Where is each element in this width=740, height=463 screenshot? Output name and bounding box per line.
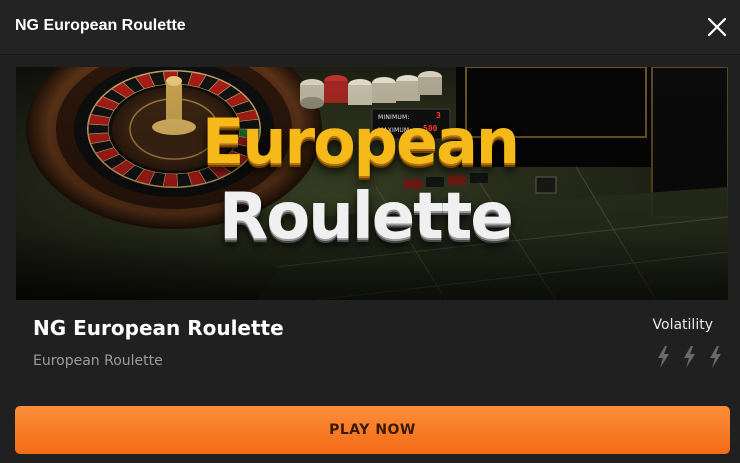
- volatility-rating: [655, 345, 725, 369]
- game-banner: MINIMUM: 3 MAXIMUM: 500 European Roulett…: [16, 67, 728, 300]
- lightning-icon: [710, 346, 721, 368]
- modal-header: NG European Roulette: [0, 0, 740, 55]
- modal-title: NG European Roulette: [15, 17, 186, 34]
- banner-artwork: [16, 67, 728, 300]
- game-subtitle: European Roulette: [33, 353, 163, 369]
- lightning-icon: [658, 346, 669, 368]
- lightning-icon: [684, 346, 695, 368]
- play-now-label: PLAY NOW: [329, 422, 416, 438]
- play-now-button[interactable]: PLAY NOW: [15, 406, 730, 454]
- close-icon: [707, 17, 727, 37]
- volatility-label: Volatility: [652, 317, 713, 333]
- close-button[interactable]: [704, 14, 730, 40]
- game-title: NG European Roulette: [33, 316, 284, 340]
